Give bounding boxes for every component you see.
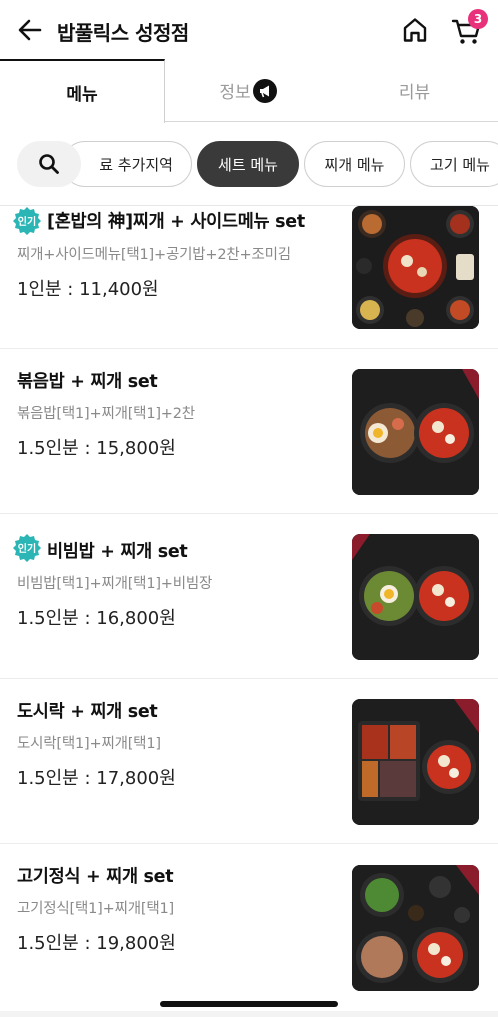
menu-item-photo	[352, 865, 479, 991]
bottom-strip	[0, 1011, 498, 1017]
menu-item-desc: 찌개+사이드메뉴[택1]+공기밥+2찬+조미김	[17, 247, 291, 263]
menu-item-photo	[352, 206, 479, 329]
menu-item[interactable]: 도시락 + 찌개 set 도시락[택1]+찌개[택1] 1.5인분 : 17,8…	[0, 679, 498, 844]
menu-item[interactable]: 인기 비빔밥 + 찌개 set 비빔밥[택1]+찌개[택1]+비빔장 1.5인분…	[0, 514, 498, 679]
chip-extra-area[interactable]: 료 추가지역	[62, 141, 192, 187]
store-tabs: 메뉴 정보 리뷰	[0, 59, 498, 123]
tab-review[interactable]: 리뷰	[331, 59, 498, 122]
home-icon	[403, 18, 427, 42]
menu-item-photo	[352, 534, 479, 660]
menu-item-desc: 비빔밥[택1]+찌개[택1]+비빔장	[17, 576, 213, 592]
menu-item-price: 1.5인분 : 16,800원	[17, 608, 176, 629]
menu-item-desc: 고기정식[택1]+찌개[택1]	[17, 901, 174, 917]
menu-item-price: 1인분 : 11,400원	[17, 279, 159, 300]
menu-item-name: 고기정식 + 찌개 set	[17, 867, 174, 887]
menu-item-price: 1.5인분 : 19,800원	[17, 933, 176, 954]
chip-stew-menu[interactable]: 찌개 메뉴	[304, 141, 405, 187]
menu-item-desc: 볶음밥[택1]+찌개[택1]+2찬	[17, 406, 195, 422]
menu-item-name: [혼밥의 神]찌개 + 사이드메뉴 set	[47, 212, 305, 232]
popular-badge-icon: 인기	[13, 534, 41, 562]
tab-review-label: 리뷰	[398, 83, 431, 103]
home-indicator[interactable]	[160, 1001, 338, 1007]
cart-count-badge: 3	[468, 9, 488, 29]
menu-item-price: 1.5인분 : 17,800원	[17, 768, 176, 789]
menu-item[interactable]: 고기정식 + 찌개 set 고기정식[택1]+찌개[택1] 1.5인분 : 19…	[0, 844, 498, 1004]
tab-info-label: 정보	[219, 83, 251, 103]
chip-extra-area-label: 료 추가지역	[99, 155, 173, 174]
chip-stew-menu-label: 찌개 메뉴	[324, 155, 385, 174]
chip-meat-menu-label: 고기 메뉴	[430, 155, 490, 174]
tab-menu-label: 메뉴	[66, 84, 98, 105]
chip-set-menu[interactable]: 세트 메뉴	[197, 141, 299, 187]
popular-badge-label: 인기	[18, 215, 36, 228]
store-title: 밥풀릭스 성정점	[57, 21, 189, 45]
chip-set-menu-label: 세트 메뉴	[218, 155, 278, 174]
category-chips: 료 추가지역 세트 메뉴 찌개 메뉴 고기 메뉴	[0, 122, 498, 206]
back-button[interactable]	[14, 14, 46, 46]
menu-item-name: 비빔밥 + 찌개 set	[47, 542, 188, 562]
tab-info[interactable]: 정보	[165, 59, 331, 122]
home-button[interactable]	[399, 14, 431, 46]
menu-search-button[interactable]	[17, 141, 81, 187]
menu-item-photo	[352, 699, 479, 825]
menu-item[interactable]: 인기 [혼밥의 神]찌개 + 사이드메뉴 set 찌개+사이드메뉴[택1]+공기…	[0, 206, 498, 349]
search-icon	[39, 154, 59, 174]
popular-badge-label: 인기	[18, 542, 36, 555]
menu-item-price: 1.5인분 : 15,800원	[17, 438, 176, 459]
menu-item-name: 볶음밥 + 찌개 set	[17, 372, 158, 392]
tab-menu[interactable]: 메뉴	[0, 59, 165, 123]
menu-item-name: 도시락 + 찌개 set	[17, 702, 158, 722]
menu-item-photo	[352, 369, 479, 495]
app-header: 밥풀릭스 성정점 3	[0, 0, 498, 60]
menu-item[interactable]: 볶음밥 + 찌개 set 볶음밥[택1]+찌개[택1]+2찬 1.5인분 : 1…	[0, 349, 498, 514]
chip-meat-menu[interactable]: 고기 메뉴	[410, 141, 498, 187]
arrow-left-icon	[18, 19, 42, 41]
megaphone-icon	[252, 78, 277, 103]
popular-badge-icon: 인기	[13, 207, 41, 235]
menu-item-desc: 도시락[택1]+찌개[택1]	[17, 736, 161, 752]
